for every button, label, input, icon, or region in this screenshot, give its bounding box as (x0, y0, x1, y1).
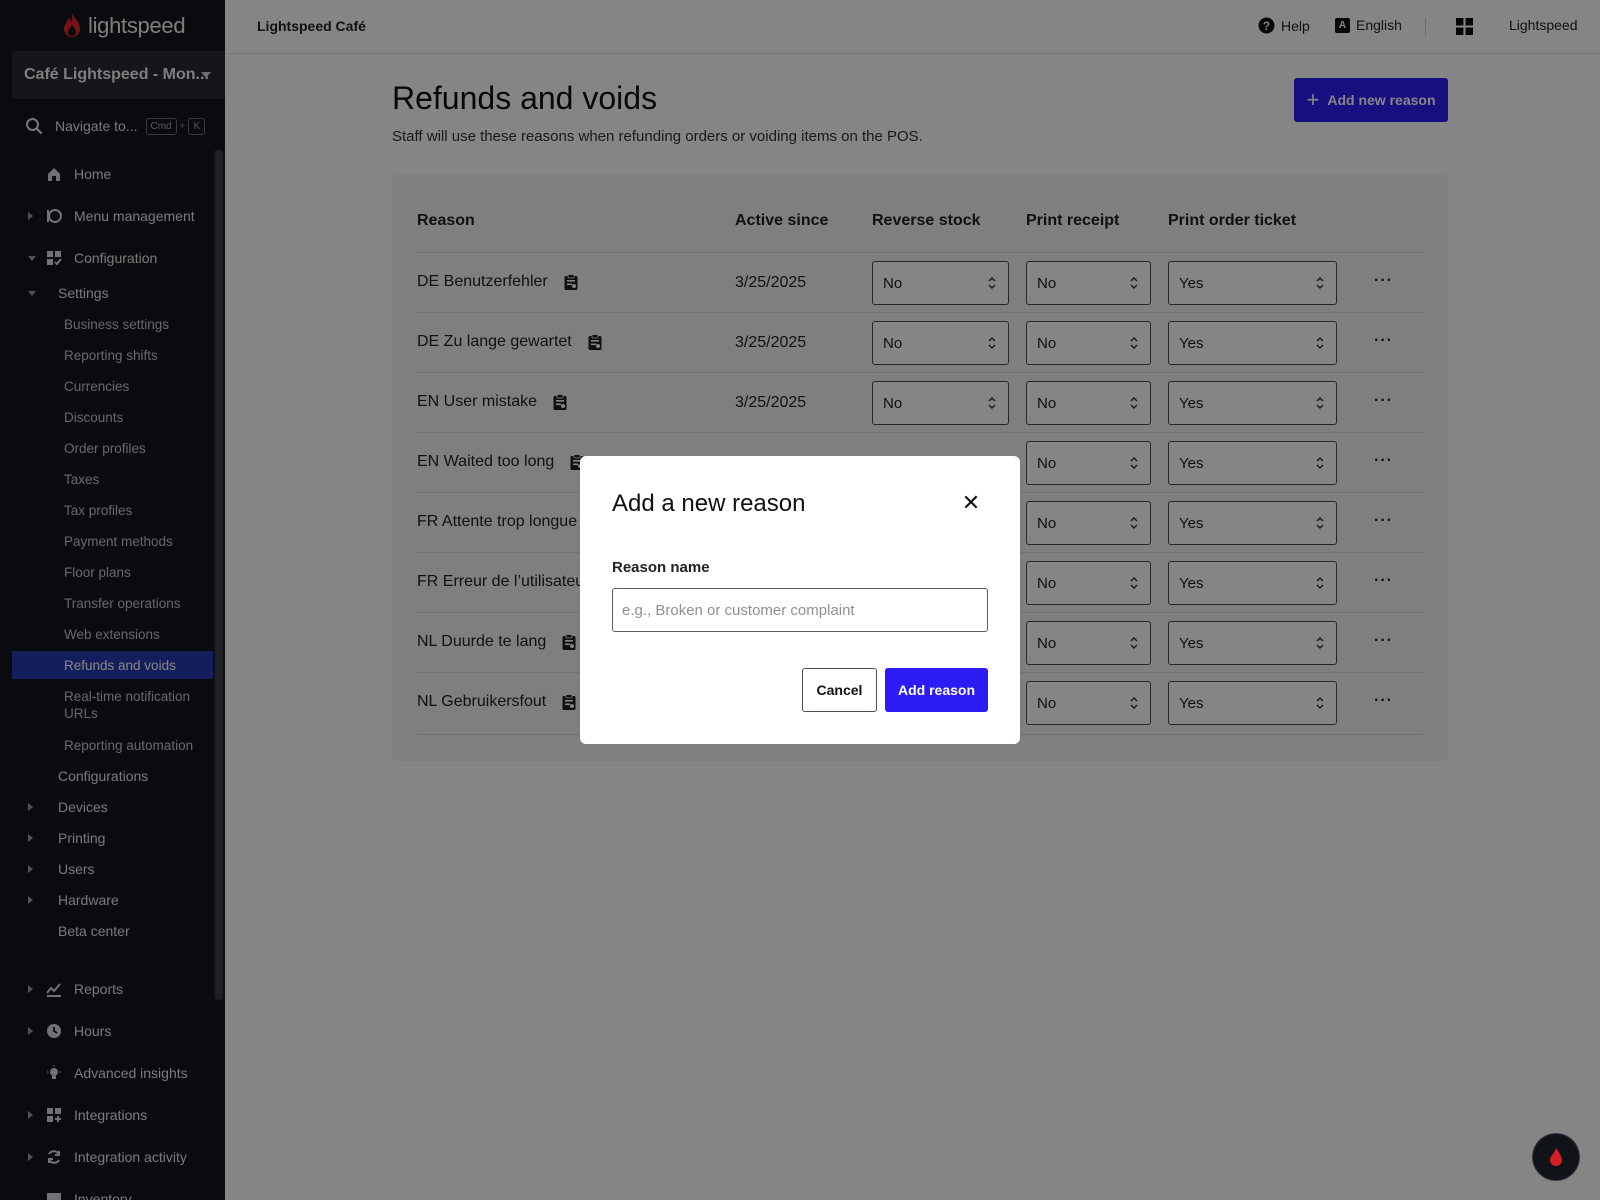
reason-name-label: Reason name (612, 559, 710, 576)
flame-icon (1550, 1148, 1562, 1166)
lightspeed-assistant-button[interactable] (1532, 1133, 1580, 1181)
add-reason-modal: Add a new reason ✕ Reason name Cancel Ad… (580, 456, 1020, 744)
add-reason-button[interactable]: Add reason (885, 668, 988, 712)
reason-name-input[interactable] (612, 588, 988, 632)
modal-title: Add a new reason (612, 490, 806, 517)
close-icon[interactable]: ✕ (961, 490, 981, 515)
cancel-button[interactable]: Cancel (802, 668, 877, 712)
